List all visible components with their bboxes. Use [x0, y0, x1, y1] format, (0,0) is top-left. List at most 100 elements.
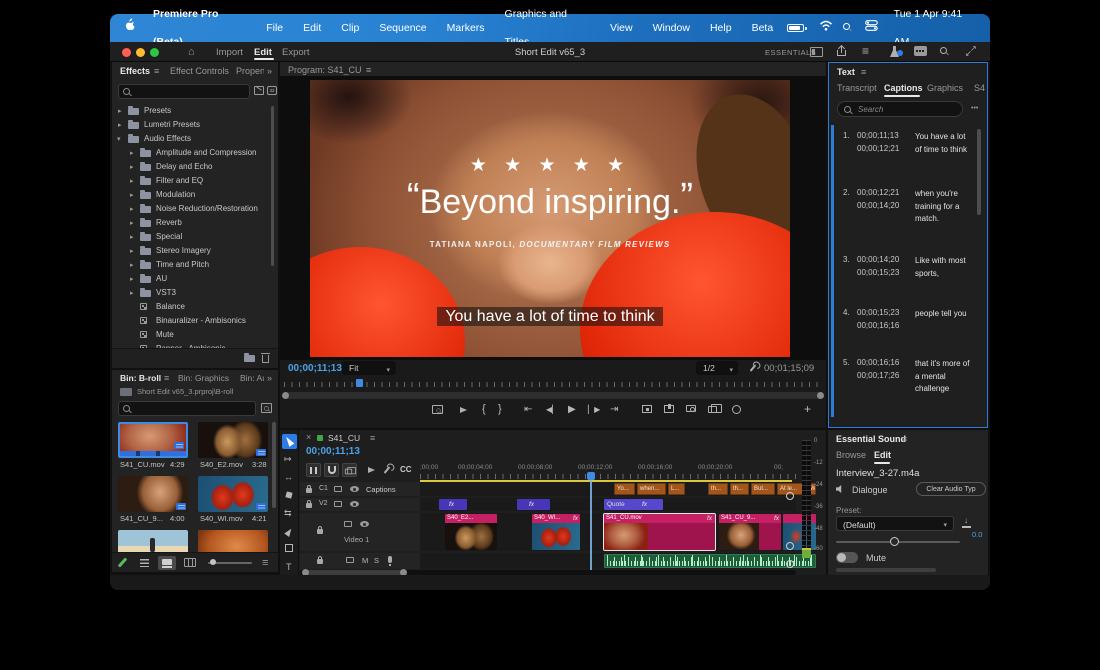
apple-menu[interactable] — [110, 14, 143, 42]
bin-clip-s40-wi[interactable] — [198, 476, 268, 512]
tab-graphics[interactable]: Graphics — [927, 83, 963, 93]
captions-search-input[interactable]: Search — [837, 101, 963, 117]
go-to-out-icon[interactable]: ⇥ — [610, 404, 618, 415]
snap-magnet-button[interactable] — [324, 463, 339, 477]
menu-view[interactable]: View — [600, 14, 643, 42]
tree-item-lumetri-presets[interactable]: ▸ Lumetri Presets — [112, 118, 270, 132]
timeline-settings-icon[interactable] — [383, 466, 391, 474]
lock-icon[interactable] — [317, 556, 323, 564]
caption-clip[interactable]: th... — [730, 483, 749, 495]
more-options-icon[interactable]: ••• — [971, 105, 978, 112]
panel-menu-icon[interactable]: ≡ — [366, 65, 371, 75]
list-view-icon[interactable] — [140, 559, 149, 567]
tree-item-amplitude[interactable]: ▸ Amplitude and Compression — [112, 146, 270, 160]
bin-clip-s41-cu[interactable] — [118, 422, 188, 458]
program-scrollbar[interactable] — [282, 392, 824, 399]
track-select-forward-tool[interactable]: ↦ — [284, 454, 292, 465]
zoom-window-button[interactable] — [150, 48, 159, 57]
menu-file[interactable]: File — [256, 14, 293, 42]
scrollbar-knob-right[interactable] — [817, 392, 824, 399]
bin-breadcrumb[interactable]: Short Edit v65_3.prproj\B-roll — [137, 387, 233, 396]
tab-bin-audio[interactable]: Bin: Au — [240, 373, 264, 383]
fullscreen-icon[interactable]: ↗ ↙ — [965, 44, 978, 58]
track-visibility-eye-icon[interactable] — [350, 501, 359, 507]
gain-value[interactable]: 0.0 — [972, 530, 982, 539]
track-output-icon[interactable] — [334, 486, 342, 492]
video-clip-s41-cu-9[interactable]: S41_CU_9... fx — [719, 514, 781, 550]
selection-tool[interactable] — [282, 434, 297, 449]
step-back-icon[interactable]: ◀▏ — [546, 405, 558, 414]
panel-menu-icon[interactable]: ≡ — [902, 434, 907, 444]
menu-beta[interactable]: Beta — [742, 14, 784, 42]
play-icon[interactable]: ▶ — [568, 404, 576, 415]
ripple-edit-tool[interactable]: ↔ — [284, 472, 293, 482]
volume-slider-handle[interactable] — [890, 537, 899, 546]
tab-export[interactable]: Export — [282, 47, 309, 58]
tab-captions[interactable]: Captions — [884, 83, 923, 93]
mute-track-button[interactable]: M — [362, 556, 368, 565]
tree-item-reverb[interactable]: ▸ Reverb — [112, 216, 270, 230]
caption-row-5[interactable]: 5. 00;00;16;16 00;00;17;26 that it's mor… — [829, 356, 985, 412]
clear-audio-type-button[interactable]: Clear Audio Typ — [916, 482, 986, 496]
panel-menu-icon[interactable]: ≡ — [164, 373, 169, 383]
32bpc-icon[interactable]: 32 — [267, 86, 277, 95]
caption-clip[interactable]: But... — [751, 483, 775, 495]
tree-item-time-pitch[interactable]: ▸ Time and Pitch — [112, 258, 270, 272]
video-clip-s40-wi[interactable]: S40_WI... fx — [532, 514, 580, 550]
captions-chat-icon[interactable] — [914, 46, 927, 56]
step-forward-icon[interactable]: ▏▶ — [588, 405, 600, 414]
add-marker-icon[interactable] — [368, 467, 375, 473]
button-editor-gear-icon[interactable] — [732, 405, 741, 414]
menu-markers[interactable]: Markers — [437, 14, 495, 42]
zoom-slider-handle[interactable] — [210, 559, 216, 565]
search-icon[interactable] — [940, 47, 952, 58]
pen-tool[interactable] — [284, 527, 294, 537]
scrollbar-knob-left[interactable] — [282, 392, 289, 399]
track-visibility-eye-icon[interactable] — [360, 521, 369, 527]
tab-overflow-icon[interactable]: » — [267, 66, 272, 76]
extract-icon[interactable] — [664, 404, 674, 413]
tab-edit[interactable]: Edit — [254, 47, 272, 58]
thumbnail-view-icon[interactable] — [158, 556, 176, 570]
tree-item-audio-effects[interactable]: ▾ Audio Effects — [112, 132, 270, 146]
find-in-bin-icon[interactable] — [261, 403, 272, 413]
solo-track-button[interactable]: S — [374, 556, 379, 565]
go-to-in-icon[interactable]: ⇤ — [524, 404, 532, 415]
razor-tool[interactable] — [285, 491, 293, 499]
tab-bin-broll[interactable]: Bin: B-roll — [120, 373, 161, 383]
delete-icon[interactable] — [261, 353, 270, 363]
caption-clip[interactable]: Yo... — [614, 483, 635, 495]
tree-item-noise-reduction[interactable]: ▸ Noise Reduction/Restoration — [112, 202, 270, 216]
timeline-ruler[interactable] — [420, 474, 796, 479]
timeline-playhead-head[interactable] — [587, 472, 595, 480]
caption-clip[interactable]: th... — [708, 483, 728, 495]
caption-track-badge[interactable]: C1 — [319, 485, 328, 492]
close-sequence-icon[interactable]: × — [306, 432, 311, 442]
minimize-window-button[interactable] — [136, 48, 145, 57]
caption-row-4[interactable]: 4. 00;00;15;23 00;00;16;16 people tell y… — [829, 306, 985, 352]
lock-icon[interactable] — [306, 485, 312, 493]
track-scroll-knob[interactable] — [786, 492, 794, 500]
lock-icon[interactable] — [306, 500, 312, 508]
multi-view-icon[interactable] — [708, 404, 722, 413]
program-playhead[interactable] — [356, 379, 363, 387]
effects-search-input[interactable] — [118, 84, 250, 99]
tab-overflow-icon[interactable]: » — [267, 373, 272, 383]
insert-overwrite-button[interactable] — [306, 463, 321, 477]
panel-menu-icon[interactable]: ≡ — [370, 433, 375, 443]
tree-item-balance[interactable]: Balance — [112, 300, 270, 314]
preset-dropdown[interactable]: (Default) ▾ — [836, 516, 954, 531]
type-tool[interactable]: T — [286, 562, 292, 572]
track-output-icon[interactable] — [346, 557, 354, 563]
add-button-icon[interactable]: + — [804, 402, 811, 416]
tree-item-presets[interactable]: ▸ Presets — [112, 104, 270, 118]
bin-clip-s41-cu-9[interactable] — [118, 476, 188, 512]
caption-row-3[interactable]: 3. 00;00;14;20 00;00;15;23 Like with mos… — [829, 253, 985, 299]
accelerated-effects-icon[interactable] — [254, 86, 264, 95]
linked-selection-button[interactable] — [342, 463, 357, 477]
workspace-icon[interactable] — [810, 47, 823, 57]
save-preset-icon[interactable]: ↓ — [962, 516, 972, 528]
mark-in-icon[interactable]: { — [482, 403, 486, 415]
tab-effects[interactable]: Effects — [120, 66, 150, 76]
bin-clip-extra-2[interactable] — [198, 530, 268, 552]
